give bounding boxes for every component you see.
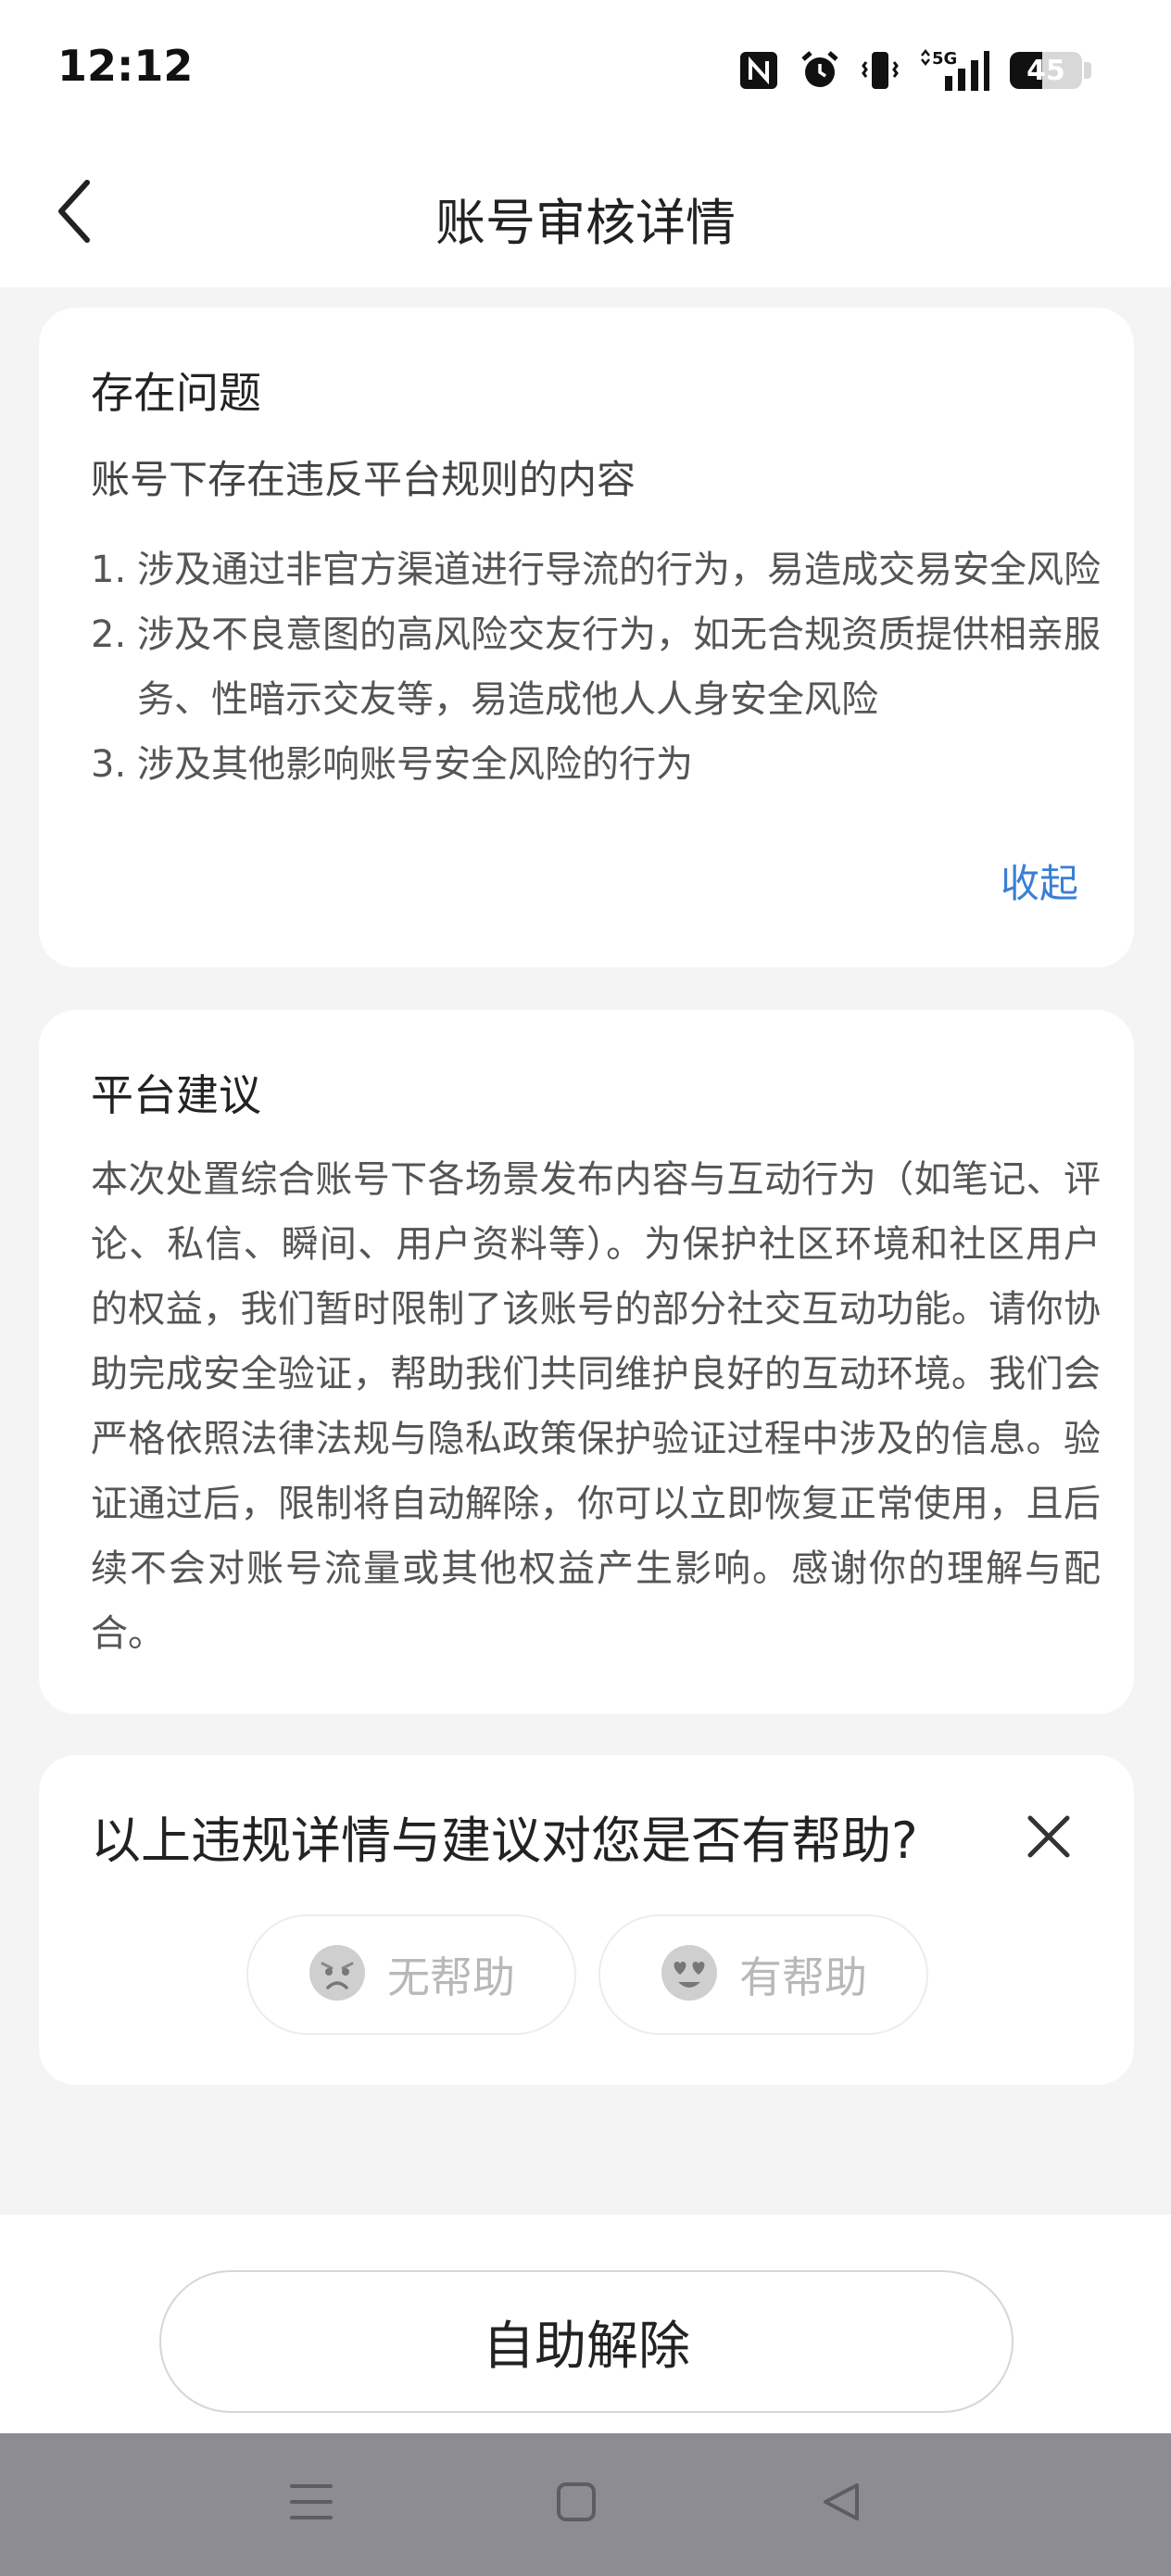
nav-back-button[interactable] — [808, 2470, 875, 2537]
list-item: 2. 涉及不良意图的高风险交友行为，如无合规资质提供相亲服务、性暗示交友等，易造… — [91, 602, 1110, 732]
status-bar: 12:12 5G 45 — [0, 0, 1171, 139]
list-item-number: 1. — [91, 549, 127, 591]
system-nav-bar — [0, 2433, 1171, 2576]
issues-card: 存在问题 账号下存在违反平台规则的内容 1. 涉及通过非官方渠道进行导流的行为，… — [39, 308, 1134, 967]
close-button[interactable] — [1021, 1809, 1077, 1864]
feedback-question: 以上违规详情与建议对您是否有帮助? — [91, 1812, 918, 1870]
helpful-button[interactable]: 有帮助 — [598, 1914, 928, 2035]
list-item-number: 3. — [91, 743, 127, 786]
list-item: 3. 涉及其他影响账号安全风险的行为 — [91, 732, 1110, 797]
nav-home-button[interactable] — [543, 2470, 610, 2537]
battery-tip — [1084, 62, 1091, 79]
battery-icon: 45 — [1010, 52, 1082, 89]
issues-list: 1. 涉及通过非官方渠道进行导流的行为，易造成交易安全风险 2. 涉及不良意图的… — [91, 537, 1110, 797]
not-helpful-button[interactable]: 无帮助 — [246, 1914, 576, 2035]
advice-card: 平台建议 本次处置综合账号下各场景发布内容与互动行为（如笔记、评论、私信、瞬间、… — [39, 1010, 1134, 1714]
page-title: 账号审核详情 — [435, 194, 736, 252]
battery-level: 45 — [1026, 54, 1065, 87]
vibrate-icon — [862, 49, 899, 92]
bottom-action-area: 自助解除 — [0, 2215, 1171, 2433]
status-time: 12:12 — [57, 41, 194, 91]
menu-icon — [288, 2481, 334, 2527]
nav-header: 账号审核详情 — [0, 139, 1171, 287]
status-icons: 5G 45 — [739, 44, 1091, 96]
sad-face-icon — [308, 1943, 367, 2006]
collapse-link[interactable]: 收起 — [1001, 852, 1078, 909]
close-icon — [1021, 1815, 1077, 1868]
advice-title: 平台建议 — [91, 1070, 261, 1120]
signal-5g-icon: 5G — [919, 48, 989, 93]
list-item: 1. 涉及通过非官方渠道进行导流的行为，易造成交易安全风险 — [91, 537, 1110, 602]
back-triangle-icon — [820, 2481, 863, 2527]
feedback-card: 以上违规详情与建议对您是否有帮助? 无帮助 有帮助 — [39, 1755, 1134, 2085]
advice-body: 本次处置综合账号下各场景发布内容与互动行为（如笔记、评论、私信、瞬间、用户资料等… — [91, 1158, 1101, 1655]
list-item-text: 涉及不良意图的高风险交友行为，如无合规资质提供相亲服务、性暗示交友等，易造成他人… — [137, 613, 1101, 721]
list-item-text: 涉及其他影响账号安全风险的行为 — [137, 743, 693, 786]
list-item-number: 2. — [91, 613, 127, 656]
nfc-icon — [739, 51, 778, 90]
home-square-icon — [555, 2481, 598, 2527]
helpful-label: 有帮助 — [739, 1952, 867, 2002]
list-item-text: 涉及通过非官方渠道进行导流的行为，易造成交易安全风险 — [137, 549, 1101, 591]
alarm-icon — [799, 49, 841, 92]
issues-title: 存在问题 — [91, 368, 261, 418]
nav-menu-button[interactable] — [278, 2470, 345, 2537]
self-unblock-button[interactable]: 自助解除 — [159, 2270, 1014, 2413]
not-helpful-label: 无帮助 — [387, 1952, 515, 2002]
svg-text:5G: 5G — [932, 49, 957, 69]
issues-subtitle: 账号下存在违反平台规则的内容 — [91, 457, 636, 502]
heart-eyes-face-icon — [660, 1943, 719, 2006]
